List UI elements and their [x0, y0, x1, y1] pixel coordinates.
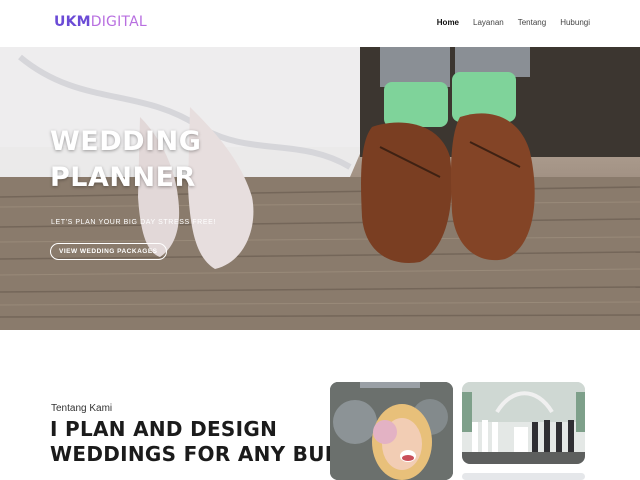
site-logo[interactable]: UKMDIGITAL — [54, 14, 147, 30]
hero-subtitle: LET'S PLAN YOUR BIG DAY STRESS FREE! — [51, 219, 216, 226]
site-header: UKMDIGITAL Home Layanan Tentang Hubungi — [0, 0, 640, 47]
about-kicker: Tentang Kami — [51, 403, 113, 414]
logo-secondary-text: DIGITAL — [90, 14, 147, 30]
nav-tentang[interactable]: Tentang — [518, 18, 546, 27]
hero-title-line-2: PLANNER — [50, 162, 196, 193]
hero-banner: WEDDING PLANNER LET'S PLAN YOUR BIG DAY … — [0, 47, 640, 330]
gallery-photo-partial — [462, 473, 585, 480]
nav-home[interactable]: Home — [437, 18, 459, 27]
bride-photo — [330, 382, 453, 480]
nav-layanan[interactable]: Layanan — [473, 18, 504, 27]
view-packages-button[interactable]: VIEW WEDDING PACKAGES — [50, 243, 167, 260]
main-nav: Home Layanan Tentang Hubungi — [437, 18, 590, 27]
hero-title-line-1: WEDDING — [50, 126, 202, 157]
hero-title: WEDDING PLANNER — [50, 124, 201, 196]
nav-hubungi[interactable]: Hubungi — [560, 18, 590, 27]
ceremony-photo — [462, 382, 585, 464]
logo-primary-text: UKM — [54, 14, 91, 30]
